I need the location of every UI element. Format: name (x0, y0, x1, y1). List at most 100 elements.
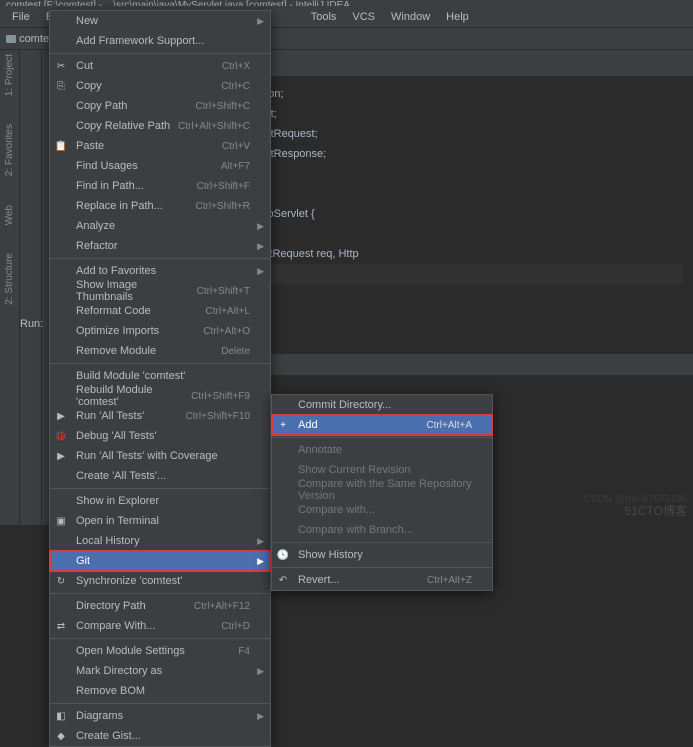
ctx-reformat-code[interactable]: Reformat CodeCtrl+Alt+L (50, 301, 270, 321)
menu-label: Rebuild Module 'comtest' (76, 384, 191, 408)
git-compare-with-: Compare with... (272, 500, 492, 520)
menu-label: Run 'All Tests' (76, 410, 144, 422)
ctx-run-all-tests-[interactable]: ▶ Run 'All Tests' Ctrl+Shift+F10 (50, 406, 270, 426)
shortcut: Ctrl+Shift+F9 (191, 391, 250, 402)
menu-label: Git (76, 555, 90, 567)
ctx-rebuild-module-comtest-[interactable]: Rebuild Module 'comtest'Ctrl+Shift+F9 (50, 386, 270, 406)
ctx-paste[interactable]: 📋PasteCtrl+V (50, 136, 270, 156)
menu-label: Annotate (298, 444, 342, 456)
ctx-synchronize-comtest-[interactable]: ↻Synchronize 'comtest' (50, 571, 270, 591)
submenu-arrow-icon: ▶ (257, 536, 264, 547)
menu-label: Show Image Thumbnails (76, 279, 197, 303)
menu-label: Compare with the Same Repository Version (298, 478, 472, 502)
menu-label: Mark Directory as (76, 665, 162, 677)
ctx-debug-all-tests-[interactable]: 🐞Debug 'All Tests' (50, 426, 270, 446)
shortcut: Ctrl+Alt+A (426, 420, 472, 431)
menu-file[interactable]: File (4, 9, 38, 25)
menu-label: Local History (76, 535, 140, 547)
ctx-remove-bom[interactable]: Remove BOM (50, 681, 270, 701)
submenu-arrow-icon: ▶ (257, 16, 264, 27)
tool-web[interactable]: Web (4, 205, 15, 225)
ctx-diagrams[interactable]: ◧ Diagrams ▶ (50, 706, 270, 726)
ctx-create-all-tests-[interactable]: Create 'All Tests'... (50, 466, 270, 486)
menu-label: Copy Path (76, 100, 127, 112)
watermark-51cto: 51CTO博客 (625, 502, 687, 519)
left-tool-strip: 1: Project 2: Favorites Web 2: Structure (0, 50, 20, 525)
menu-label: Optimize Imports (76, 325, 159, 337)
ctx-local-history[interactable]: Local History ▶ (50, 531, 270, 551)
git-compare-with-the-same-repository-version: Compare with the Same Repository Version (272, 480, 492, 500)
shortcut: Delete (221, 346, 250, 357)
project-name[interactable]: comte (19, 33, 49, 45)
context-menu: New▶Add Framework Support... ✂CutCtrl+X⎘C… (49, 10, 271, 747)
menu-icon: ◧ (54, 709, 68, 723)
menu-help[interactable]: Help (438, 9, 477, 25)
shortcut: Ctrl+Alt+Shift+C (178, 121, 250, 132)
shortcut: Ctrl+X (222, 61, 250, 72)
menu-label: Analyze (76, 220, 115, 232)
menu-label: Commit Directory... (298, 399, 391, 411)
menu-icon: 🐞 (54, 429, 68, 443)
shortcut: Ctrl+C (221, 81, 250, 92)
shortcut: Ctrl+Shift+F10 (186, 411, 250, 422)
ctx-find-usages[interactable]: Find UsagesAlt+F7 (50, 156, 270, 176)
submenu-arrow-icon: ▶ (257, 711, 264, 722)
menu-icon: ▣ (54, 514, 68, 528)
shortcut: Ctrl+Shift+F (197, 181, 250, 192)
menu-icon: ✂ (54, 59, 68, 73)
menu-label: Add to Favorites (76, 265, 156, 277)
git-commit-directory-[interactable]: Commit Directory... (272, 395, 492, 415)
ctx-cut[interactable]: ✂CutCtrl+X (50, 56, 270, 76)
ctx-show-in-explorer[interactable]: Show in Explorer (50, 491, 270, 511)
ctx-add-to-favorites[interactable]: Add to Favorites ▶ (50, 261, 270, 281)
ctx-add-framework-support-[interactable]: Add Framework Support... (50, 31, 270, 51)
ctx-copy[interactable]: ⎘CopyCtrl+C (50, 76, 270, 96)
ctx-remove-module[interactable]: Remove Module Delete (50, 341, 270, 361)
git-show-history[interactable]: 🕓Show History (272, 545, 492, 565)
ctx-replace-in-path-[interactable]: Replace in Path...Ctrl+Shift+R (50, 196, 270, 216)
menu-vcs[interactable]: VCS (344, 9, 383, 25)
ctx-find-in-path-[interactable]: Find in Path...Ctrl+Shift+F (50, 176, 270, 196)
ctx-show-image-thumbnails[interactable]: Show Image ThumbnailsCtrl+Shift+T (50, 281, 270, 301)
ctx-directory-path[interactable]: Directory PathCtrl+Alt+F12 (50, 596, 270, 616)
ctx-create-gist-[interactable]: ◆Create Gist... (50, 726, 270, 746)
menu-window[interactable]: Window (383, 9, 438, 25)
menu-label: Compare with Branch... (298, 524, 413, 536)
ctx-open-module-settings[interactable]: Open Module SettingsF4 (50, 641, 270, 661)
menu-label: Create Gist... (76, 730, 141, 742)
menu-tools[interactable]: Tools (303, 9, 345, 25)
submenu-arrow-icon: ▶ (257, 666, 264, 677)
menu-label: Remove Module (76, 345, 156, 357)
menu-label: Show in Explorer (76, 495, 159, 507)
submenu-arrow-icon: ▶ (257, 266, 264, 277)
git-compare-with-branch-: Compare with Branch... (272, 520, 492, 540)
ctx-compare-with-[interactable]: ⇄Compare With...Ctrl+D (50, 616, 270, 636)
menu-label: Diagrams (76, 710, 123, 722)
ctx-optimize-imports[interactable]: Optimize ImportsCtrl+Alt+O (50, 321, 270, 341)
run-panel-label[interactable]: Run: (20, 318, 43, 330)
git-submenu: Commit Directory... +AddCtrl+Alt+A Annotat… (271, 394, 493, 591)
git-revert-[interactable]: ↶Revert...Ctrl+Alt+Z (272, 570, 492, 590)
ctx-mark-directory-as[interactable]: Mark Directory as ▶ (50, 661, 270, 681)
ctx-new[interactable]: New▶ (50, 11, 270, 31)
ctx-copy-path[interactable]: Copy Path Ctrl+Shift+C (50, 96, 270, 116)
ctx-refactor[interactable]: Refactor▶ (50, 236, 270, 256)
shortcut: Ctrl+Shift+C (196, 101, 250, 112)
menu-icon: ↶ (276, 573, 290, 587)
tool-favorites[interactable]: 2: Favorites (4, 124, 15, 176)
ctx-analyze[interactable]: Analyze▶ (50, 216, 270, 236)
menu-icon: + (276, 418, 290, 432)
menu-icon: ⇄ (54, 619, 68, 633)
tool-project[interactable]: 1: Project (4, 54, 15, 96)
ctx-run-all-tests-with-coverage[interactable]: ▶Run 'All Tests' with Coverage (50, 446, 270, 466)
menu-label: Synchronize 'comtest' (76, 575, 182, 587)
git-add[interactable]: +AddCtrl+Alt+A (272, 415, 492, 435)
ctx-git[interactable]: Git▶ (50, 551, 270, 571)
menu-label: Compare with... (298, 504, 375, 516)
ctx-open-in-terminal[interactable]: ▣Open in Terminal (50, 511, 270, 531)
ctx-build-module-comtest-[interactable]: Build Module 'comtest' (50, 366, 270, 386)
menu-label: Show History (298, 549, 363, 561)
tool-structure[interactable]: 2: Structure (4, 253, 15, 305)
ctx-copy-relative-path[interactable]: Copy Relative PathCtrl+Alt+Shift+C (50, 116, 270, 136)
menu-icon: ▶ (54, 409, 68, 423)
